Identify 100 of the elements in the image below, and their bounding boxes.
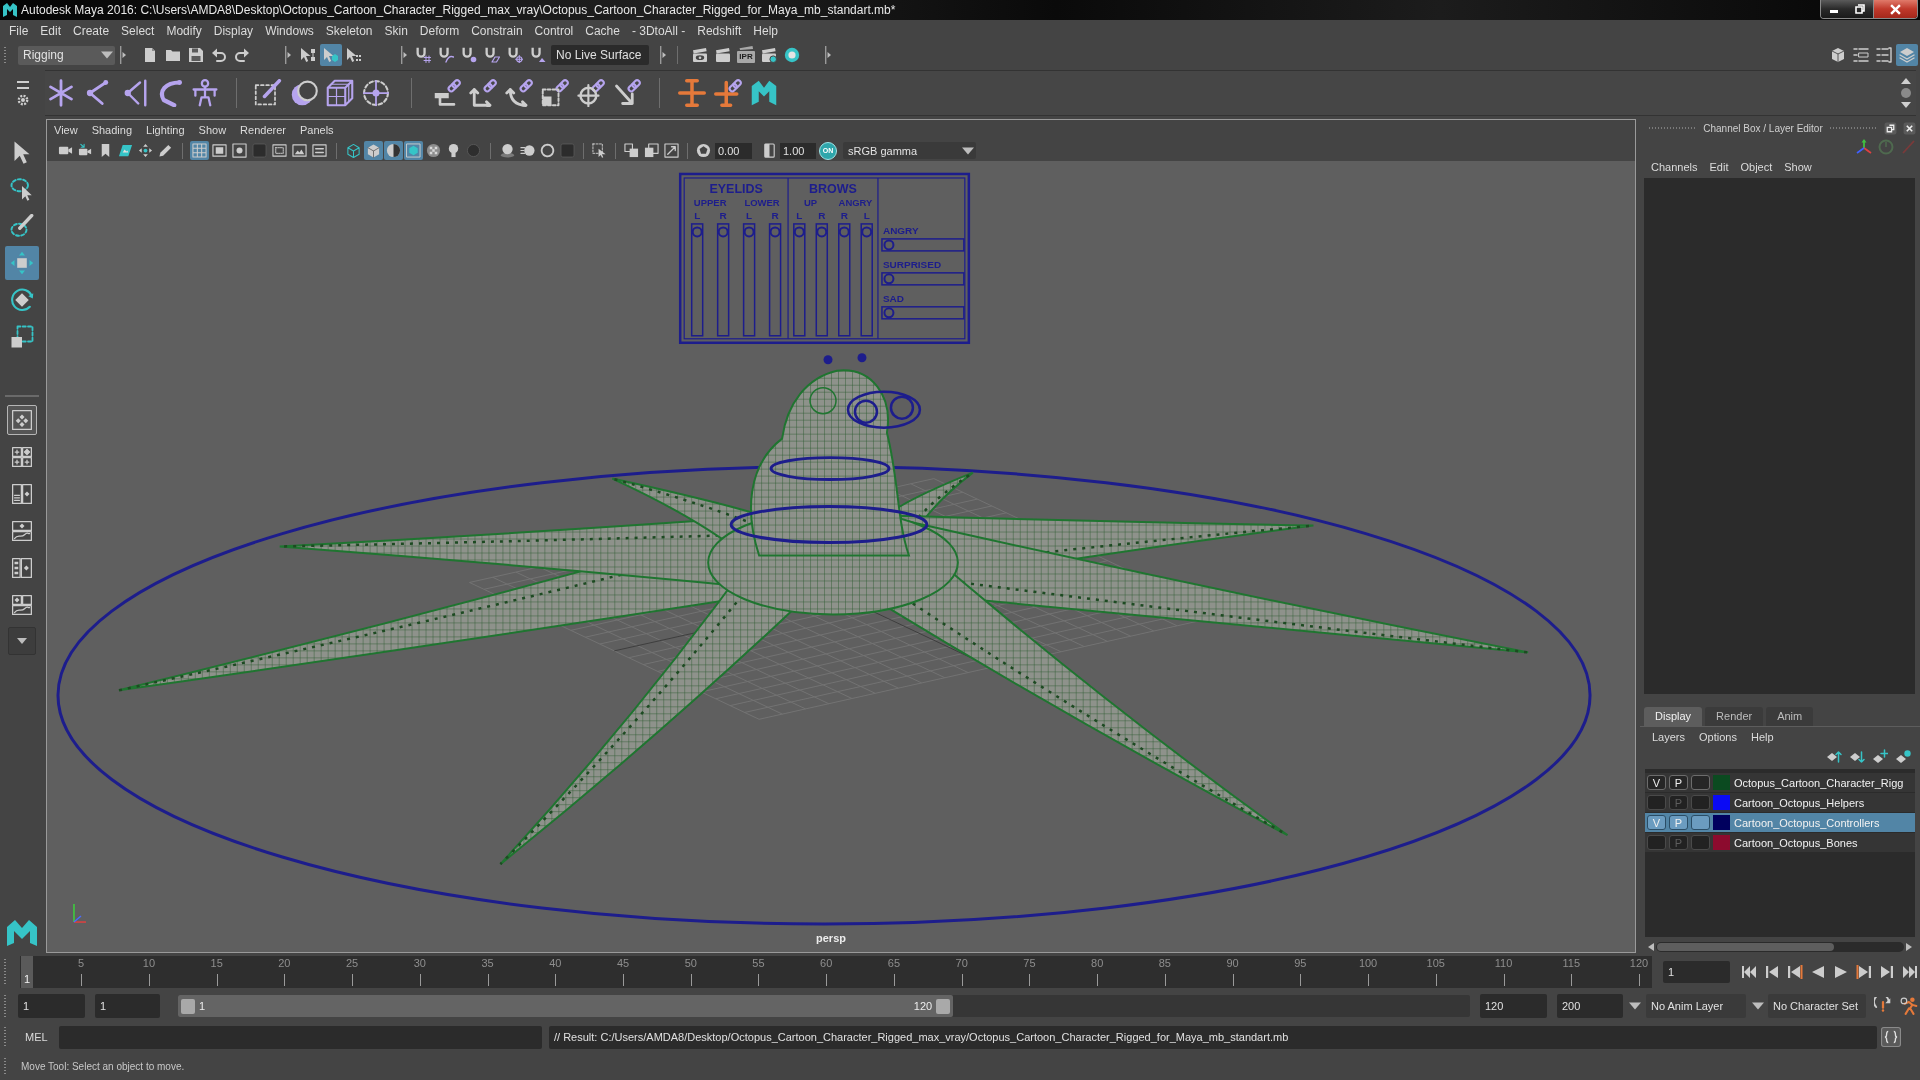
boxed-lines-icon[interactable] (310, 141, 329, 160)
restore-button[interactable] (1847, 0, 1873, 18)
half-circle-icon[interactable] (384, 141, 403, 160)
menu-item[interactable]: Constrain (465, 22, 529, 40)
start-frame-field[interactable]: 1 (18, 994, 85, 1018)
dotted-circle-icon[interactable] (360, 77, 392, 109)
drag-handle-icon[interactable] (3, 1057, 7, 1075)
visibility-toggle[interactable] (1647, 835, 1666, 850)
menu-item[interactable]: Redshift (691, 22, 748, 40)
layer-row[interactable]: V P Cartoon_Octopus_Controllers (1645, 813, 1915, 832)
layer-type-toggle[interactable] (1691, 795, 1710, 810)
resize-square-icon[interactable] (662, 141, 681, 160)
checkered-ball-icon[interactable] (424, 141, 443, 160)
menu-item[interactable]: Display (207, 22, 260, 40)
layer-type-toggle[interactable] (1691, 775, 1710, 790)
scroll-down-icon[interactable] (1900, 101, 1912, 109)
menu-item[interactable]: - 3DtoAll - (625, 22, 692, 40)
menu-item[interactable]: Object (1734, 158, 1779, 176)
pan-arrows-icon[interactable] (136, 141, 155, 160)
tab[interactable]: Display (1644, 707, 1703, 726)
command-language-label[interactable]: MEL (25, 1031, 59, 1043)
vertical-slider[interactable] (716, 223, 730, 337)
control-ring[interactable] (769, 456, 891, 482)
time-slider-track[interactable]: 5 10 15 20 25 30 35 40 45 50 55 60 65 70 75 80 85 90 95 100 105 110 115 120 1 (20, 955, 1652, 988)
character-set-dropdown[interactable]: No Character Set (1768, 994, 1866, 1018)
control-ring[interactable] (729, 505, 929, 544)
cross-link-icon[interactable] (712, 77, 744, 109)
menu-item[interactable]: Shading (84, 121, 140, 139)
link-crosshair-icon[interactable] (575, 77, 607, 109)
range-slider-fill[interactable] (178, 995, 954, 1017)
scroll-right-icon[interactable] (1906, 943, 1912, 951)
layer-stack-icon[interactable] (1896, 44, 1918, 66)
vertical-slider[interactable] (690, 223, 704, 337)
menu-item[interactable]: File (3, 22, 35, 40)
close-icon[interactable] (1903, 121, 1916, 135)
menu-item[interactable]: Help (747, 22, 784, 40)
scrollbar-track[interactable] (1656, 942, 1904, 952)
menu-item[interactable]: Create (67, 22, 116, 40)
menu-item[interactable]: Cache (579, 22, 626, 40)
diamond-down-icon[interactable] (1848, 748, 1866, 766)
menu-item[interactable]: Edit (34, 22, 68, 40)
scroll-up-icon[interactable] (1900, 77, 1912, 85)
aperture-icon[interactable] (694, 141, 713, 160)
menu-item[interactable]: Windows (259, 22, 320, 40)
framed-square-icon[interactable] (210, 141, 229, 160)
current-frame-field[interactable]: 1 (1663, 960, 1730, 983)
dot-icon[interactable] (1900, 87, 1912, 99)
minimize-button[interactable] (1821, 0, 1847, 18)
scroll-left-icon[interactable] (1648, 943, 1654, 951)
layer-type-toggle[interactable] (1691, 835, 1710, 850)
framed-dot-icon[interactable] (230, 141, 249, 160)
menu-item[interactable]: Skin (378, 22, 414, 40)
cross-marker-icon[interactable] (676, 77, 708, 109)
menu-item[interactable]: Help (1743, 728, 1781, 746)
menu-item[interactable]: Select (115, 22, 161, 40)
visibility-toggle[interactable] (1647, 795, 1666, 810)
horizontal-slider[interactable] (881, 306, 965, 320)
playback-toggle[interactable]: P (1669, 775, 1688, 790)
horizontal-slider[interactable] (881, 238, 965, 252)
stacked-squares-icon[interactable] (622, 141, 641, 160)
menu-item[interactable]: Modify (160, 22, 208, 40)
collapse-toggle-icon[interactable] (825, 46, 831, 64)
end-frame-field[interactable]: 200 (1557, 994, 1623, 1018)
wire-cube-icon[interactable] (344, 141, 363, 160)
menu-item[interactable]: Options (1692, 728, 1744, 746)
ring-icon[interactable] (538, 141, 557, 160)
caret-icon[interactable] (8, 627, 36, 655)
wire-box-icon[interactable] (324, 77, 356, 109)
menu-item[interactable]: View (47, 121, 85, 139)
playback-end-field[interactable]: 120 (1480, 994, 1547, 1018)
close-button[interactable] (1873, 0, 1917, 18)
diamond-up-icon[interactable] (1825, 748, 1843, 766)
menu-item[interactable]: Show (1778, 158, 1818, 176)
menu-item[interactable]: Show (191, 121, 234, 139)
tab[interactable]: Anim (1766, 707, 1814, 726)
vertical-slider[interactable] (860, 223, 873, 337)
scrollbar-thumb[interactable] (1657, 943, 1835, 951)
drag-handle-icon[interactable] (3, 1026, 7, 1048)
playback-start-field[interactable]: 1 (95, 994, 160, 1018)
vertical-slider[interactable] (742, 223, 756, 337)
horizontal-slider[interactable] (881, 272, 965, 286)
running-figure-icon[interactable] (1898, 995, 1920, 1017)
vertical-slider[interactable] (838, 223, 851, 337)
dotted-frame-icon[interactable] (270, 141, 289, 160)
menu-item[interactable]: Edit (1703, 158, 1735, 176)
visibility-toggle[interactable]: V (1647, 775, 1666, 790)
vertical-slider[interactable] (768, 223, 782, 337)
menu-lines-icon[interactable] (15, 79, 30, 90)
tab[interactable]: Render (1705, 707, 1764, 726)
axis-tripod-icon[interactable] (1856, 139, 1872, 155)
menu-item[interactable]: Channels (1645, 158, 1704, 176)
sphere-shadow-icon[interactable] (498, 141, 517, 160)
live-surface-field[interactable]: No Live Surface (551, 45, 649, 65)
grid-icon[interactable] (190, 141, 209, 160)
menu-item[interactable]: Skeleton (319, 22, 379, 40)
collapse-toggle-icon[interactable] (120, 46, 126, 64)
diamond-plus-icon[interactable] (1871, 748, 1889, 766)
link-corner-icon[interactable] (467, 77, 499, 109)
layer-row[interactable]: V P Octopus_Cartoon_Character_Rigg (1645, 773, 1915, 792)
drag-handle-icon[interactable] (3, 994, 7, 1018)
